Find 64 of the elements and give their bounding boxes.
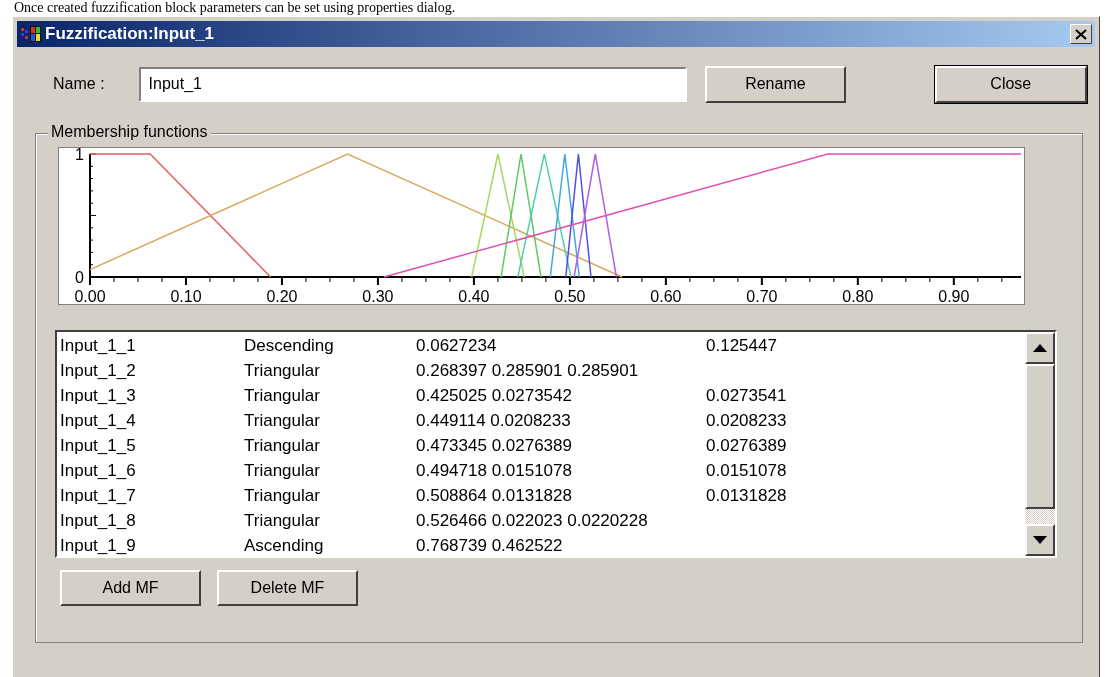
x-tick-label: 0.10: [170, 288, 202, 305]
down-arrow-icon: [1033, 536, 1047, 544]
window-title: Fuzzification:Input_1: [45, 24, 215, 44]
function-params: 0.494718 0.0151078: [416, 460, 572, 482]
close-icon: [1075, 28, 1087, 40]
function-param: 0.0208233: [706, 410, 787, 432]
function-param: 0.125447: [706, 335, 777, 357]
function-name: Input_1_6: [60, 460, 136, 482]
function-params: 0.768739 0.462522: [416, 535, 563, 556]
x-tick-label: 0.50: [554, 288, 586, 305]
function-param: 0.0276389: [706, 435, 787, 457]
function-name: Input_1_4: [60, 410, 136, 432]
function-param: 0.0131828: [706, 485, 787, 507]
function-name: Input_1_1: [60, 335, 136, 357]
function-type: Triangular: [244, 485, 320, 507]
function-type: Triangular: [244, 435, 320, 457]
close-button[interactable]: [1070, 24, 1092, 44]
scroll-track[interactable]: [1025, 509, 1055, 524]
function-type: Triangular: [244, 385, 320, 407]
delete-mf-button[interactable]: Delete MF: [217, 570, 358, 606]
x-tick-label: 0.20: [266, 288, 298, 305]
x-tick-label: 0.80: [842, 288, 874, 305]
function-type: Ascending: [244, 535, 324, 556]
function-type: Triangular: [244, 360, 320, 382]
function-params: 0.449114 0.0208233: [416, 410, 571, 432]
x-tick-label: 0.90: [938, 288, 970, 305]
function-name: Input_1_9: [60, 535, 136, 556]
close-dialog-button[interactable]: Close: [934, 65, 1087, 103]
name-field[interactable]: Input_1: [138, 66, 688, 102]
function-params: 0.508864 0.0131828: [416, 485, 572, 507]
app-icon: [20, 25, 42, 43]
function-type: Triangular: [244, 510, 320, 532]
caption-text: Once created fuzzification block parameters can be set using properties dialog.: [13, 0, 457, 16]
rename-button[interactable]: Rename: [705, 65, 846, 103]
function-name: Input_1_7: [60, 485, 136, 507]
function-name: Input_1_3: [60, 385, 136, 407]
y-tick-label: 1: [75, 147, 84, 163]
function-params: 0.473345 0.0276389: [416, 435, 572, 457]
name-label: Name :: [53, 75, 106, 93]
add-mf-button[interactable]: Add MF: [60, 570, 201, 606]
x-tick-label: 0.60: [650, 288, 682, 305]
function-name: Input_1_2: [60, 360, 136, 382]
function-params: 0.425025 0.0273542: [416, 385, 572, 407]
scrollbar[interactable]: [1025, 332, 1055, 556]
function-name: Input_1_5: [60, 435, 136, 457]
y-tick-label: 0: [75, 269, 84, 286]
up-arrow-icon: [1033, 344, 1047, 352]
function-params: 0.526466 0.022023 0.0220228: [416, 510, 648, 532]
x-tick-label: 0.70: [746, 288, 778, 305]
group-title: Membership functions: [48, 123, 211, 141]
scroll-down-button[interactable]: [1025, 524, 1055, 556]
function-type: Triangular: [244, 460, 320, 482]
function-params: 0.0627234: [416, 335, 497, 357]
function-params: 0.268397 0.285901 0.285901: [416, 360, 639, 382]
function-param: 0.0151078: [706, 460, 787, 482]
x-tick-label: 0.00: [74, 288, 106, 305]
function-name: Input_1_8: [60, 510, 136, 532]
x-tick-label: 0.30: [362, 288, 394, 305]
scroll-thumb[interactable]: [1025, 364, 1055, 509]
scroll-up-button[interactable]: [1025, 332, 1055, 364]
function-type: Descending: [244, 335, 334, 357]
function-param: 0.0273541: [706, 385, 787, 407]
function-type: Triangular: [244, 410, 320, 432]
x-tick-label: 0.40: [458, 288, 490, 305]
